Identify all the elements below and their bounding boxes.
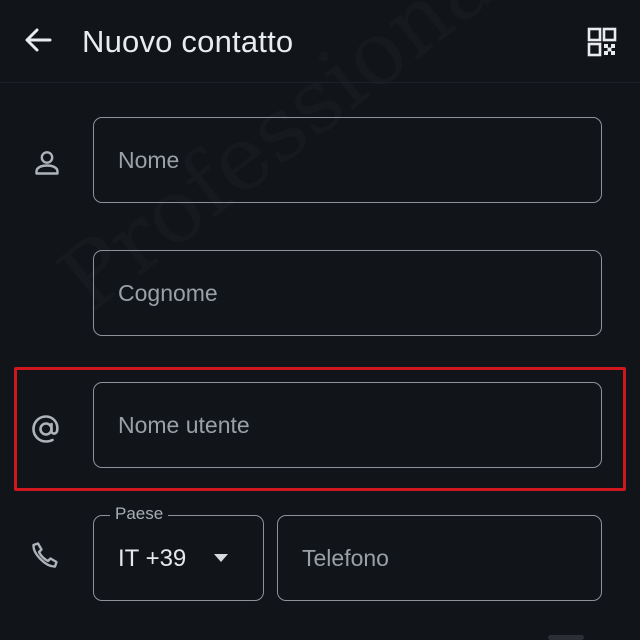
country-value: IT +39 [118,545,187,572]
qr-code-button[interactable] [580,20,624,64]
at-sign-icon [26,409,66,449]
last-name-field[interactable] [93,250,602,336]
next-field-edge [548,635,584,640]
phone-field[interactable] [277,515,602,601]
person-icon [27,143,67,183]
back-button[interactable] [18,20,58,60]
new-contact-screen: ProfessionaleInformatico Nuovo contatto [0,0,640,640]
page-title: Nuovo contatto [82,24,294,59]
first-name-input[interactable] [94,118,601,202]
last-name-input[interactable] [94,251,601,335]
first-name-field[interactable] [93,117,602,203]
phone-icon [25,535,65,575]
country-label: Paese [110,503,169,525]
qr-code-icon [587,27,617,57]
dropdown-arrow-icon [214,554,228,562]
username-field[interactable] [93,382,602,468]
app-bar: Nuovo contatto [0,0,640,83]
arrow-left-icon [25,28,52,52]
phone-input[interactable] [278,516,601,600]
country-selector[interactable]: Paese IT +39 [93,503,264,601]
username-input[interactable] [94,383,601,467]
